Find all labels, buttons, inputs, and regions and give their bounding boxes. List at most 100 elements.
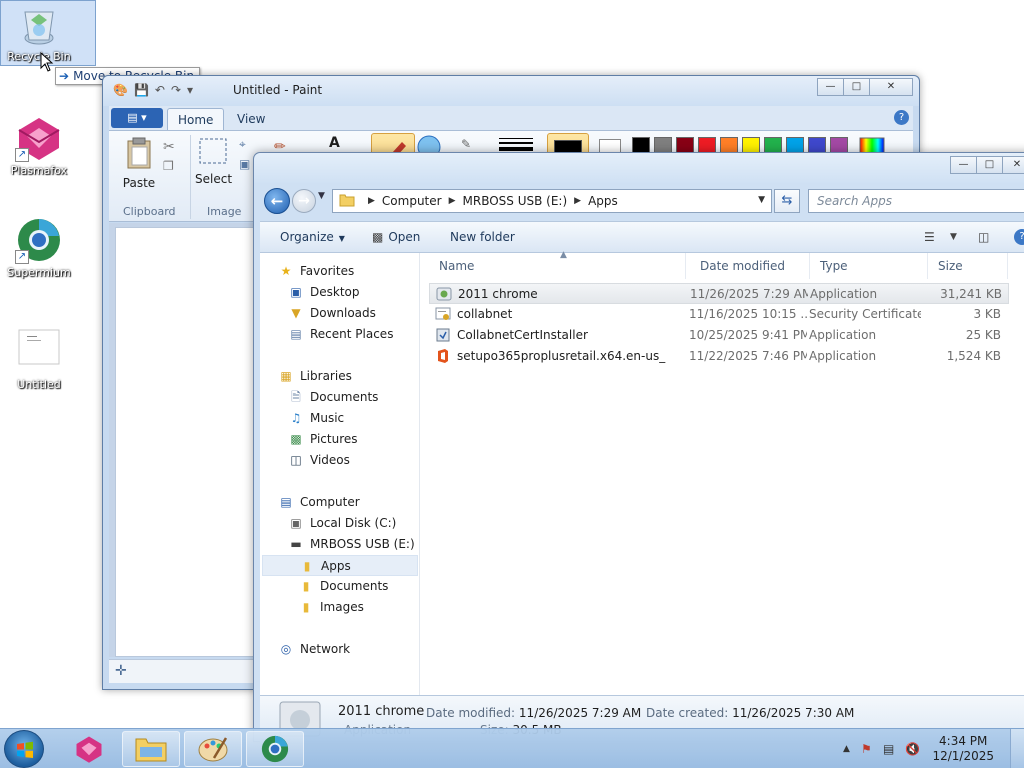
- computer-icon: ▤: [280, 495, 292, 509]
- image-group-label: Image: [207, 205, 242, 218]
- nav-images-folder[interactable]: ▮ Images: [298, 597, 364, 618]
- tab-home[interactable]: Home: [167, 108, 225, 130]
- start-button[interactable]: [4, 730, 44, 768]
- back-button[interactable]: ←: [264, 188, 290, 214]
- arrow-right-icon: ➔: [59, 69, 70, 83]
- volume-muted-icon[interactable]: 🔇: [905, 742, 920, 756]
- taskbar-explorer[interactable]: [122, 731, 180, 767]
- change-view-icon[interactable]: ☰: [924, 230, 935, 244]
- nav-computer[interactable]: ▤ Computer: [278, 492, 359, 513]
- close-button[interactable]: ✕: [1002, 156, 1024, 174]
- taskbar: ▲ ⚑ ▤ 🔇 4:34 PM 12/1/2025: [0, 728, 1024, 768]
- help-icon[interactable]: ?: [894, 110, 909, 125]
- organize-button[interactable]: Organize ▼: [280, 230, 345, 244]
- undo-icon[interactable]: ↶: [155, 83, 165, 97]
- address-bar[interactable]: ▶ Computer ▶ MRBOSS USB (E:) ▶ Apps ▼: [332, 189, 772, 213]
- redo-icon[interactable]: ↷: [171, 83, 181, 97]
- crop-icon[interactable]: ⌖: [239, 137, 246, 152]
- breadcrumb-separator-icon[interactable]: ▶: [368, 196, 375, 206]
- file-row[interactable]: setupo365proplusretail.x64.en-us_ 11/22/2…: [429, 346, 1009, 367]
- minimize-button[interactable]: —: [817, 78, 844, 96]
- address-dropdown-icon[interactable]: ▼: [758, 195, 765, 205]
- nav-favorites[interactable]: ★ Favorites: [278, 261, 355, 282]
- taskbar-plasmafox[interactable]: [60, 731, 118, 767]
- explorer-title-bar[interactable]: — □ ✕: [254, 153, 1024, 183]
- maximize-button[interactable]: □: [976, 156, 1003, 174]
- file-row[interactable]: 2011 chrome 11/26/2025 7:29 AM Application…: [429, 283, 1009, 304]
- recent-pages-dropdown[interactable]: ▼: [318, 191, 325, 201]
- breadcrumb-separator-icon[interactable]: ▶: [449, 196, 456, 206]
- desktop-icon-plasmafox[interactable]: ↗ Plasmafox: [0, 114, 78, 177]
- taskbar-supermium[interactable]: [246, 731, 304, 767]
- view-options-dropdown-icon[interactable]: ▼: [950, 232, 957, 242]
- refresh-button[interactable]: ⇆: [774, 189, 800, 213]
- nav-label: Network: [300, 642, 351, 656]
- search-input[interactable]: Search Apps: [808, 189, 1024, 213]
- preview-pane-icon[interactable]: ◫: [978, 230, 989, 244]
- taskbar-paint[interactable]: [184, 731, 242, 767]
- minimize-button[interactable]: —: [950, 156, 977, 174]
- file-row[interactable]: CollabnetCertInstaller 10/25/2025 9:41 PM…: [429, 325, 1009, 346]
- explorer-window[interactable]: — □ ✕ ← → ▼ ▶ Computer ▶ MRBOSS USB (E:)…: [253, 152, 1024, 743]
- close-button[interactable]: ✕: [869, 78, 913, 96]
- nav-videos[interactable]: ◫ Videos: [288, 450, 350, 471]
- file-row[interactable]: collabnet 11/16/2025 10:15 ... Security Ce…: [429, 304, 1009, 325]
- clock[interactable]: 4:34 PM 12/1/2025: [932, 734, 994, 764]
- column-header-date[interactable]: Date modified: [690, 253, 810, 279]
- column-header-size[interactable]: Size: [928, 253, 1008, 279]
- open-button[interactable]: ▩ Open: [372, 230, 420, 244]
- nav-recent-places[interactable]: ▤ Recent Places: [288, 324, 393, 345]
- nav-apps-folder[interactable]: ▮ Apps: [262, 555, 418, 576]
- desktop-icon-untitled[interactable]: Untitled: [0, 328, 78, 391]
- cut-icon[interactable]: ✂: [163, 139, 175, 155]
- plasmafox-icon: [76, 736, 102, 763]
- explorer-body: ★ Favorites ▣ Desktop ▼ Downloads ▤ Recent P…: [260, 250, 1024, 695]
- paste-button[interactable]: Paste: [117, 137, 161, 190]
- desktop-icon-supermium[interactable]: ↗ Supermium: [0, 216, 78, 279]
- nav-documents-folder[interactable]: ▮ Documents: [298, 576, 389, 597]
- help-icon[interactable]: ?: [1014, 229, 1024, 245]
- maximize-button[interactable]: □: [843, 78, 870, 96]
- save-icon[interactable]: 💾: [134, 83, 149, 97]
- cursor-position-icon: ✛: [115, 663, 127, 679]
- folder-icon: [135, 738, 167, 762]
- nav-local-disk[interactable]: ▣ Local Disk (C:): [288, 513, 396, 534]
- open-label: Open: [388, 230, 421, 244]
- breadcrumb-apps[interactable]: Apps: [588, 194, 618, 208]
- show-desktop-button[interactable]: [1010, 729, 1024, 768]
- nav-documents[interactable]: 🗎 Documents: [288, 387, 378, 408]
- select-button[interactable]: Select: [195, 137, 232, 186]
- copy-icon[interactable]: ❐: [163, 159, 174, 173]
- nav-libraries[interactable]: ▦ Libraries: [278, 366, 352, 387]
- folder-icon: [339, 193, 355, 210]
- tab-view[interactable]: View: [227, 108, 275, 130]
- desktop-icon-recycle-bin[interactable]: Recycle Bin: [0, 2, 78, 63]
- resize-icon[interactable]: ▣: [239, 157, 250, 171]
- nav-downloads[interactable]: ▼ Downloads: [288, 303, 376, 324]
- paint-palette-icon: [198, 737, 228, 762]
- paint-title-bar[interactable]: 🎨 💾 ↶ ↷ ▾ Untitled - Paint — □ ✕: [103, 76, 919, 106]
- nav-music[interactable]: ♫ Music: [288, 408, 345, 429]
- breadcrumb-computer[interactable]: Computer: [382, 194, 442, 208]
- breadcrumb-separator-icon[interactable]: ▶: [574, 196, 581, 206]
- paint-app-icon[interactable]: 🎨: [113, 83, 128, 97]
- paint-canvas[interactable]: [115, 227, 265, 657]
- nav-network[interactable]: ◎ Network: [278, 639, 350, 660]
- desktop-icon-label: Supermium: [7, 266, 71, 279]
- new-folder-button[interactable]: New folder: [450, 230, 515, 244]
- column-header-name[interactable]: Name: [429, 253, 686, 279]
- nav-pictures[interactable]: ▩ Pictures: [288, 429, 357, 450]
- customize-dropdown-icon[interactable]: ▾: [187, 83, 193, 97]
- nav-usb-drive[interactable]: ▬ MRBOSS USB (E:): [288, 534, 414, 555]
- outline-icon[interactable]: ✎: [461, 137, 471, 151]
- text-icon[interactable]: A: [329, 135, 340, 151]
- forward-button[interactable]: →: [292, 189, 316, 213]
- nav-desktop[interactable]: ▣ Desktop: [288, 282, 359, 303]
- breadcrumb-usb[interactable]: MRBOSS USB (E:): [463, 194, 568, 208]
- show-hidden-icons-icon[interactable]: ▲: [843, 744, 850, 754]
- action-center-icon[interactable]: ⚑: [861, 742, 872, 756]
- paint-menu-button[interactable]: ▤ ▾: [111, 108, 163, 128]
- network-status-icon[interactable]: ▤: [883, 742, 894, 756]
- file-size: 3 KB: [973, 307, 1001, 321]
- column-header-type[interactable]: Type: [810, 253, 928, 279]
